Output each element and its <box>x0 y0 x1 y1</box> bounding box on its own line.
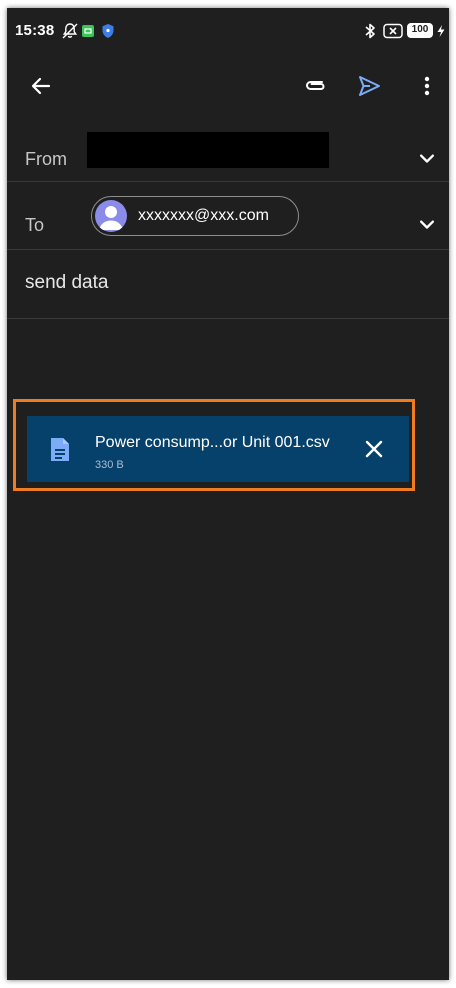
attachment-name: Power consump...or Unit 001.csv <box>95 434 330 451</box>
from-label: From <box>25 149 67 169</box>
recipient-chip[interactable]: xxxxxxx@xxx.com <box>91 196 299 236</box>
status-time: 15:38 <box>15 22 55 39</box>
more-vert-icon <box>424 76 430 96</box>
attach-button[interactable] <box>295 66 335 106</box>
bluetooth-icon <box>365 23 375 39</box>
subject-field[interactable]: send data <box>25 272 108 294</box>
attachment-card[interactable]: Power consump...or Unit 001.csv 330 B <box>27 416 409 482</box>
message-body[interactable] <box>7 498 449 980</box>
battery-level: 100 <box>411 24 429 35</box>
recipient-email: xxxxxxx@xxx.com <box>138 207 269 224</box>
close-icon[interactable] <box>361 436 387 462</box>
from-account-redacted[interactable] <box>87 132 329 168</box>
chevron-down-icon[interactable] <box>413 144 441 172</box>
avatar <box>95 200 127 232</box>
phone-screen: 15:38 100 From To xxxxxxx@xxx.com send d… <box>7 8 449 980</box>
paperclip-icon <box>306 81 325 90</box>
document-icon <box>51 438 69 461</box>
notifications-off-icon <box>62 23 78 39</box>
person-icon <box>99 206 123 230</box>
toolbar <box>7 56 449 116</box>
sim-off-icon <box>383 23 403 39</box>
chevron-down-icon[interactable] <box>413 210 441 238</box>
attachment-size: 330 B <box>95 459 124 471</box>
shield-icon <box>102 24 114 38</box>
arrow-left-icon <box>31 77 51 95</box>
send-icon <box>359 76 380 96</box>
back-button[interactable] <box>21 66 61 106</box>
status-bar: 15:38 100 <box>7 8 449 52</box>
app-badge-icon <box>82 25 94 37</box>
battery-icon: 100 <box>407 23 433 38</box>
more-options-button[interactable] <box>407 66 447 106</box>
send-button[interactable] <box>349 66 389 106</box>
to-label: To <box>25 215 45 235</box>
charging-icon <box>437 25 445 37</box>
